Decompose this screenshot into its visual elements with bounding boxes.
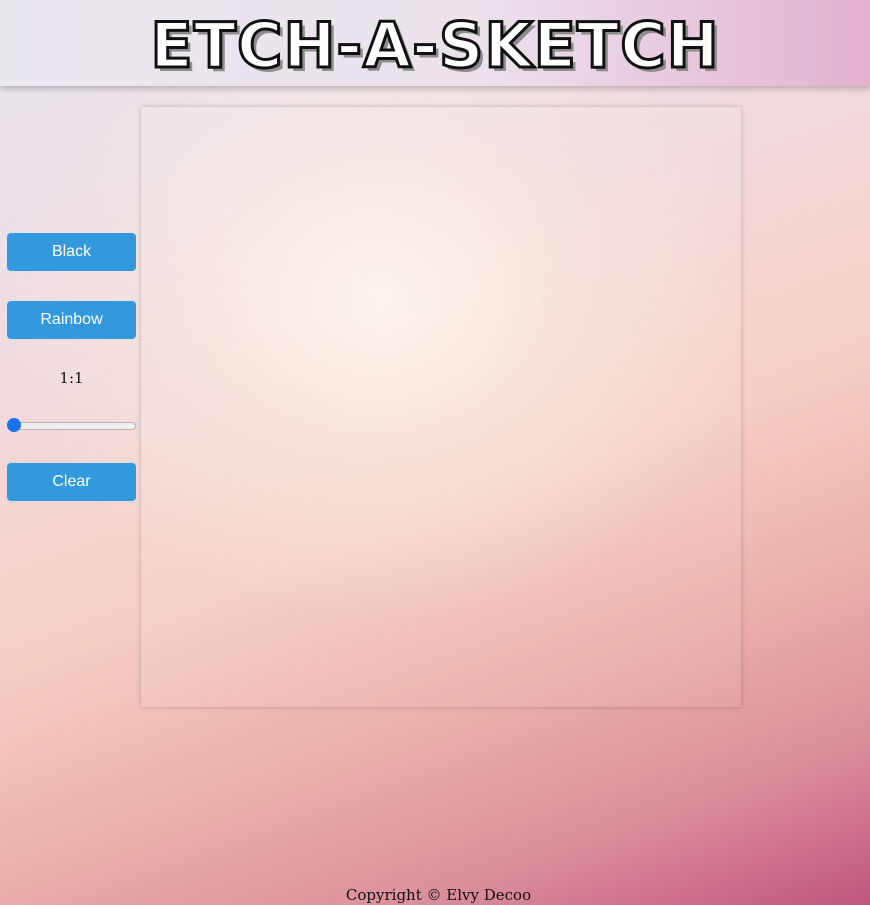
copyright-footer: Copyright © Elvy Decoo (345, 886, 532, 904)
slider-track[interactable] (9, 422, 136, 430)
sketch-grid-canvas[interactable] (141, 107, 741, 707)
black-mode-button[interactable]: Black (7, 233, 136, 271)
grid-size-label: 1:1 (59, 369, 84, 387)
rainbow-mode-button[interactable]: Rainbow (7, 301, 136, 339)
slider-thumb[interactable] (7, 418, 21, 432)
clear-button[interactable]: Clear (7, 463, 136, 501)
page-header: ETCH-A-SKETCH (0, 0, 870, 86)
page-title: ETCH-A-SKETCH (149, 9, 720, 82)
grid-size-slider[interactable] (7, 418, 136, 432)
